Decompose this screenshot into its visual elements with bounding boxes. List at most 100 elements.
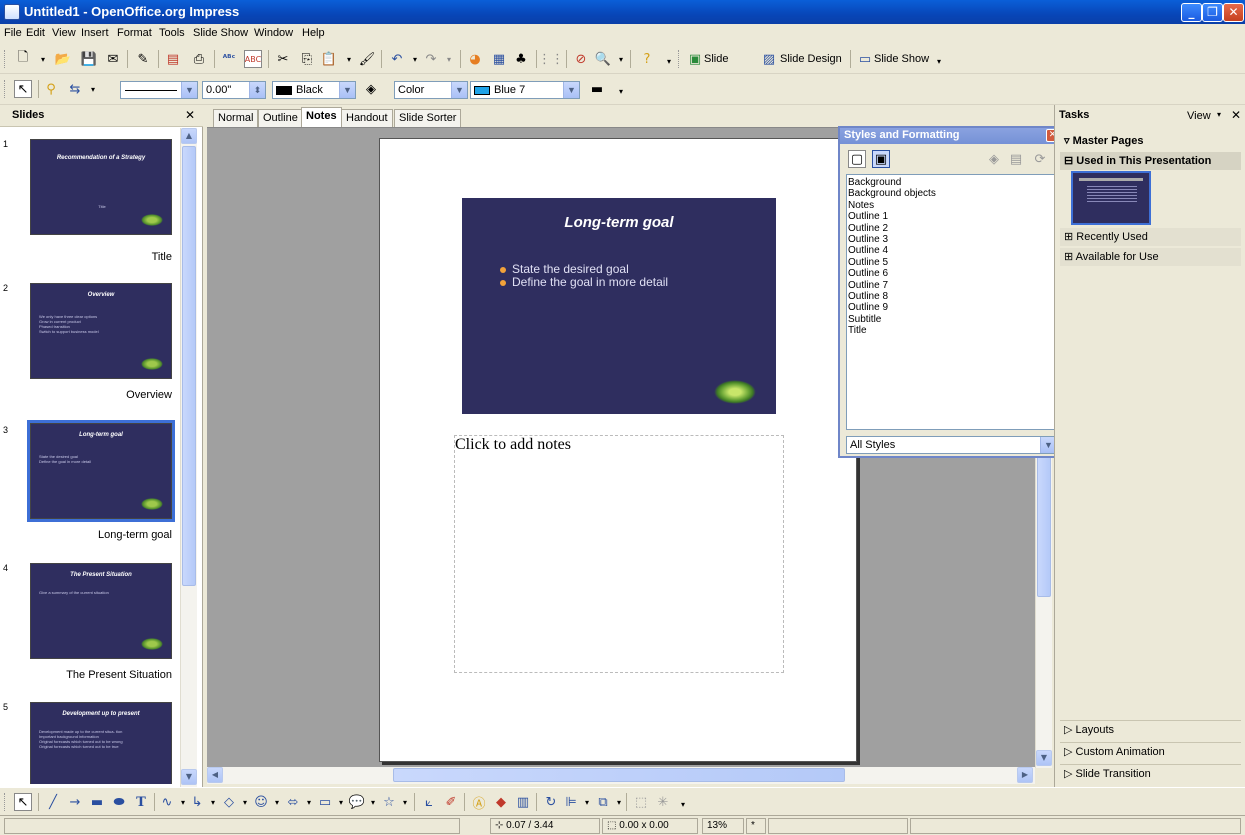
ellipse-icon[interactable]: ⬬ bbox=[110, 793, 128, 811]
scroll-left-icon[interactable]: ◀ bbox=[207, 767, 223, 783]
new-slide-icon[interactable]: ▣ bbox=[686, 50, 704, 68]
effects-icon[interactable]: ✳ bbox=[654, 793, 672, 811]
line-icon[interactable]: ⚲ bbox=[42, 80, 60, 98]
line-tool-icon[interactable]: ╱ bbox=[44, 793, 62, 811]
new-icon[interactable]: 🗋 bbox=[14, 50, 32, 68]
chevron-down-icon[interactable]: ▾ bbox=[396, 793, 414, 811]
close-icon[interactable]: ✕ bbox=[1231, 108, 1241, 122]
save-icon[interactable]: 💾 bbox=[80, 50, 98, 68]
area-fill-icon[interactable]: ◈ bbox=[362, 80, 380, 98]
style-item[interactable]: Title bbox=[848, 325, 1055, 336]
from-file-icon[interactable]: ◆ bbox=[492, 793, 510, 811]
menu-insert[interactable]: Insert bbox=[81, 27, 109, 39]
chevron-down-icon[interactable]: ▾ bbox=[84, 80, 102, 98]
styles-window-title[interactable]: Styles and Formatting bbox=[840, 128, 1061, 144]
style-item[interactable]: Outline 7 bbox=[848, 280, 1055, 291]
show-draw-functions-icon[interactable]: ♣ bbox=[512, 50, 530, 68]
slide-thumbnail-3[interactable]: Long-term goal State the desired goal De… bbox=[27, 420, 175, 522]
slide-thumbnail-4[interactable]: The Present Situation Give a summary of … bbox=[30, 563, 172, 659]
slide-thumbnail-1[interactable]: Recommendation of a Strategy Title bbox=[30, 139, 172, 235]
menu-edit[interactable]: Edit bbox=[26, 27, 45, 39]
presentation-styles-icon[interactable]: ▣ bbox=[872, 150, 890, 168]
style-item[interactable]: Outline 9 bbox=[848, 302, 1055, 313]
notes-placeholder[interactable]: Click to add notes bbox=[454, 435, 784, 673]
tab-handout[interactable]: Handout bbox=[341, 109, 393, 128]
pdf-export-icon[interactable]: ▤ bbox=[164, 50, 182, 68]
used-in-presentation-section[interactable]: ⊟ Used in This Presentation bbox=[1060, 152, 1241, 170]
available-for-use-section[interactable]: ⊞ Available for Use bbox=[1060, 248, 1241, 266]
edit-file-icon[interactable]: ✎ bbox=[134, 50, 152, 68]
minimize-icon[interactable]: _ bbox=[1181, 3, 1202, 22]
style-item[interactable]: Outline 2 bbox=[848, 223, 1055, 234]
slide-show-icon[interactable]: ▭ bbox=[856, 50, 874, 68]
style-item[interactable]: Outline 8 bbox=[848, 291, 1055, 302]
update-style-icon[interactable]: ⟳ bbox=[1031, 150, 1049, 168]
slide-show-button[interactable]: Slide Show bbox=[874, 53, 929, 65]
styles-list[interactable]: Background Background objects Notes Outl… bbox=[846, 174, 1057, 430]
zoom-icon[interactable]: 🔍 bbox=[594, 50, 612, 68]
points-icon[interactable]: ⟀ bbox=[420, 793, 438, 811]
chevron-down-icon[interactable]: ▾ bbox=[340, 50, 358, 68]
style-item[interactable]: Notes bbox=[848, 200, 1055, 211]
menu-tools[interactable]: Tools bbox=[159, 27, 185, 39]
line-color-select[interactable]: Black ▼ bbox=[272, 81, 356, 99]
style-item[interactable]: Outline 1 bbox=[848, 211, 1055, 222]
text-tool-icon[interactable]: T bbox=[132, 793, 150, 811]
scroll-right-icon[interactable]: ▶ bbox=[1017, 767, 1033, 783]
menu-file[interactable]: File bbox=[4, 27, 22, 39]
gallery-icon[interactable]: ▥ bbox=[514, 793, 532, 811]
slide-design-icon[interactable]: ▨ bbox=[760, 50, 778, 68]
toolbar-grip[interactable] bbox=[4, 50, 7, 68]
tab-normal[interactable]: Normal bbox=[213, 109, 259, 128]
table-icon[interactable]: ▦ bbox=[490, 50, 508, 68]
chevron-down-icon[interactable]: ▾ bbox=[440, 50, 458, 68]
print-icon[interactable]: ⎙ bbox=[190, 50, 208, 68]
format-paintbrush-icon[interactable]: 🖌 bbox=[358, 50, 376, 68]
navigator-icon[interactable]: ⊘ bbox=[572, 50, 590, 68]
tasks-view-menu[interactable]: View bbox=[1187, 110, 1211, 122]
slide-design-button[interactable]: Slide Design bbox=[780, 53, 842, 65]
open-icon[interactable]: 📂 bbox=[54, 50, 72, 68]
help-icon[interactable]: ? bbox=[638, 50, 656, 68]
toolbar-grip[interactable] bbox=[4, 793, 7, 811]
style-item[interactable]: Outline 6 bbox=[848, 268, 1055, 279]
toolbar-options-icon[interactable]: ▾ bbox=[612, 82, 630, 100]
style-filter-select[interactable]: All Styles ▼ bbox=[846, 436, 1057, 454]
custom-animation-section[interactable]: ▷ Custom Animation bbox=[1060, 742, 1241, 760]
style-item[interactable]: Subtitle bbox=[848, 314, 1055, 325]
redo-icon[interactable]: ↷ bbox=[422, 50, 440, 68]
status-zoom[interactable]: 13% bbox=[702, 818, 744, 834]
fontwork-icon[interactable]: Ⓐ bbox=[470, 793, 488, 812]
chart-icon[interactable]: ◕ bbox=[466, 50, 484, 68]
scroll-down-icon[interactable]: ▼ bbox=[181, 769, 197, 785]
spellcheck-icon[interactable]: ᴬᴮᶜ bbox=[220, 50, 238, 68]
scrollbar-thumb[interactable] bbox=[182, 146, 196, 586]
line-style-select[interactable]: ▼ bbox=[120, 81, 198, 99]
email-icon[interactable]: ✉ bbox=[104, 50, 122, 68]
arrow-style-icon[interactable]: ⇆ bbox=[66, 80, 84, 98]
new-style-icon[interactable]: ▤ bbox=[1007, 150, 1025, 168]
shadow-icon[interactable]: ▬ bbox=[588, 80, 606, 98]
styles-icon[interactable]: ↖ bbox=[14, 80, 32, 98]
area-style-select[interactable]: Color ▼ bbox=[394, 81, 468, 99]
extrusion-icon[interactable]: ⬚ bbox=[632, 793, 650, 811]
master-page-thumbnail[interactable] bbox=[1071, 171, 1151, 225]
slide-button[interactable]: Slide bbox=[704, 53, 728, 65]
scrollbar-thumb[interactable] bbox=[393, 768, 845, 782]
tab-outline[interactable]: Outline bbox=[258, 109, 303, 128]
chevron-down-icon[interactable]: ▾ bbox=[1217, 110, 1221, 119]
grid-icon[interactable]: ⋮⋮ bbox=[538, 50, 564, 68]
slide-thumbnail-2[interactable]: Overview We only have three clear option… bbox=[30, 283, 172, 379]
graphics-styles-icon[interactable]: ▢ bbox=[848, 150, 866, 168]
style-item[interactable]: Outline 4 bbox=[848, 245, 1055, 256]
recently-used-section[interactable]: ⊞ Recently Used bbox=[1060, 228, 1241, 246]
select-arrow-icon[interactable]: ↖ bbox=[14, 793, 32, 811]
notes-page[interactable]: Long-term goal State the desired goal De… bbox=[379, 138, 857, 762]
rectangle-icon[interactable]: ▬ bbox=[88, 793, 106, 811]
style-item[interactable]: Outline 3 bbox=[848, 234, 1055, 245]
close-icon[interactable]: ✕ bbox=[185, 108, 195, 122]
toolbar-options-icon[interactable]: ▾ bbox=[660, 52, 678, 70]
paste-icon[interactable]: 📋 bbox=[320, 50, 338, 68]
menu-help[interactable]: Help bbox=[302, 27, 325, 39]
toolbar-grip[interactable] bbox=[678, 50, 681, 68]
